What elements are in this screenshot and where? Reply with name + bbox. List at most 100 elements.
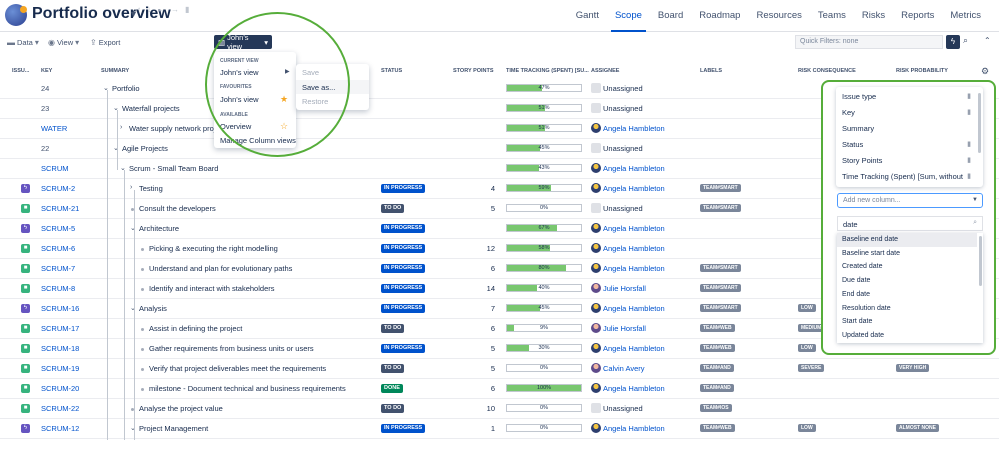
assignee[interactable]: Unassigned: [603, 84, 643, 93]
column-view-button[interactable]: ▥ John's view ▾: [214, 33, 272, 51]
label-badge[interactable]: TEAM#WEB: [700, 424, 735, 432]
table-row[interactable]: ■ SCRUM-19 Verify that project deliverable…: [0, 359, 999, 379]
label-badge[interactable]: TEAM#WEB: [700, 324, 735, 332]
assignee[interactable]: Angela Hambleton: [603, 304, 665, 313]
issue-summary[interactable]: Consult the developers: [139, 204, 216, 213]
risk-probability-badge[interactable]: VERY HIGH: [896, 364, 930, 372]
menu-item-restore[interactable]: Restore: [302, 97, 328, 106]
chevron-right-icon[interactable]: ›: [130, 184, 132, 191]
tab-reports[interactable]: Reports: [893, 0, 942, 32]
column-option[interactable]: Created date: [837, 260, 977, 274]
issue-key[interactable]: SCRUM-8: [41, 284, 75, 293]
column-header[interactable]: ASSIGNEE: [591, 68, 619, 78]
assignee[interactable]: Unassigned: [603, 204, 643, 213]
column-header[interactable]: SUMMARY: [101, 68, 129, 78]
issue-key[interactable]: SCRUM: [41, 164, 69, 173]
issue-key[interactable]: WATER: [41, 124, 67, 133]
column-option[interactable]: Start date: [837, 315, 977, 329]
menu-item-overview[interactable]: Overview: [220, 122, 251, 131]
story-points[interactable]: 14: [487, 284, 495, 293]
status-badge[interactable]: TO DO: [381, 204, 405, 213]
label-badge[interactable]: TEAM#AND: [700, 384, 734, 392]
quick-filters-input[interactable]: Quick Filters: none: [795, 35, 943, 49]
search-icon[interactable]: ⌕: [963, 35, 968, 46]
menu-item-manage-column-views[interactable]: Manage Column views: [220, 136, 296, 145]
assignee[interactable]: Angela Hambleton: [603, 184, 665, 193]
data-button[interactable]: ▬ Data ▾: [7, 38, 39, 47]
assignee[interactable]: Angela Hambleton: [603, 164, 665, 173]
table-row[interactable]: ■ SCRUM-20 milestone - Document technical …: [0, 379, 999, 399]
assignee[interactable]: Angela Hambleton: [603, 124, 665, 133]
issue-summary[interactable]: Analyse the project value: [139, 404, 223, 413]
chevron-right-icon[interactable]: ›: [120, 124, 122, 131]
tab-roadmap[interactable]: Roadmap: [691, 0, 748, 32]
column-option[interactable]: Resolution date: [837, 302, 977, 316]
issue-summary[interactable]: Verify that project deliverables meet th…: [149, 364, 326, 373]
add-column-select[interactable]: Add new column... ▼: [837, 193, 983, 208]
assignee[interactable]: Angela Hambleton: [603, 344, 665, 353]
column-config-item[interactable]: Key: [842, 108, 855, 117]
menu-item-favourite[interactable]: John's view: [220, 95, 259, 104]
story-points[interactable]: 5: [491, 344, 495, 353]
scrollbar[interactable]: [978, 93, 981, 153]
issue-summary[interactable]: Architecture: [139, 224, 179, 233]
issue-key[interactable]: SCRUM-17: [41, 324, 79, 333]
issue-key[interactable]: SCRUM-18: [41, 344, 79, 353]
column-option[interactable]: Baseline end date: [837, 233, 977, 247]
column-config-item[interactable]: Story Points: [842, 156, 882, 165]
story-points[interactable]: 4: [491, 184, 495, 193]
label-badge[interactable]: TEAM#SMART: [700, 264, 741, 272]
issue-summary[interactable]: Water supply network project: [129, 124, 225, 133]
risk-consequence-badge[interactable]: LOW: [798, 344, 816, 352]
issue-key[interactable]: SCRUM-22: [41, 404, 79, 413]
risk-consequence-badge[interactable]: LOW: [798, 424, 816, 432]
issue-key[interactable]: SCRUM-21: [41, 204, 79, 213]
column-search-input[interactable]: date ⌕: [837, 216, 983, 231]
gear-icon[interactable]: ⚙: [981, 66, 989, 77]
status-badge[interactable]: IN PROGRESS: [381, 224, 426, 233]
column-header[interactable]: STATUS: [381, 68, 402, 78]
column-header[interactable]: TIME TRACKING (SPENT) [SU...: [506, 68, 589, 78]
status-badge[interactable]: DONE: [381, 384, 403, 393]
assignee[interactable]: Julie Horsfall: [603, 284, 646, 293]
issue-key[interactable]: SCRUM-2: [41, 184, 75, 193]
issue-summary[interactable]: Testing: [139, 184, 163, 193]
tab-gantt[interactable]: Gantt: [568, 0, 607, 32]
assignee[interactable]: Angela Hambleton: [603, 424, 665, 433]
column-option[interactable]: End date: [837, 288, 977, 302]
scrollbar[interactable]: [979, 236, 982, 286]
star-filled-icon[interactable]: ★: [280, 94, 288, 105]
view-button[interactable]: ◉ View ▾: [48, 38, 79, 47]
trash-icon[interactable]: ▮: [967, 172, 971, 180]
issue-summary[interactable]: Identify and interact with stakeholders: [149, 284, 275, 293]
tab-teams[interactable]: Teams: [810, 0, 854, 32]
column-option[interactable]: Updated date: [837, 329, 977, 343]
assignee[interactable]: Angela Hambleton: [603, 244, 665, 253]
column-config-item[interactable]: Issue type: [842, 92, 876, 101]
menu-item-current-view[interactable]: John's view: [220, 68, 259, 77]
table-row[interactable]: ϟ SCRUM-12 ⌄ Project Management IN PROGRESS 1…: [0, 419, 999, 439]
assignee[interactable]: Angela Hambleton: [603, 264, 665, 273]
tab-resources[interactable]: Resources: [748, 0, 809, 32]
issue-key[interactable]: SCRUM-19: [41, 364, 79, 373]
star-outline-icon[interactable]: ☆: [280, 121, 288, 132]
status-badge[interactable]: IN PROGRESS: [381, 304, 426, 313]
issue-summary[interactable]: Portfolio: [112, 84, 140, 93]
trash-icon[interactable]: ▮: [967, 140, 971, 148]
column-header[interactable]: ISSU...: [12, 68, 29, 78]
issue-summary[interactable]: Scrum - Small Team Board: [129, 164, 218, 173]
story-points[interactable]: 5: [491, 204, 495, 213]
issue-key[interactable]: SCRUM-6: [41, 244, 75, 253]
trash-icon[interactable]: ▮: [967, 108, 971, 116]
issue-summary[interactable]: Picking & executing the right modelling: [149, 244, 278, 253]
status-badge[interactable]: IN PROGRESS: [381, 184, 426, 193]
label-badge[interactable]: TEAM#SMART: [700, 304, 741, 312]
story-points[interactable]: 6: [491, 384, 495, 393]
chevron-up-icon[interactable]: ⌃: [984, 36, 991, 45]
tab-scope[interactable]: Scope: [607, 0, 650, 32]
status-badge[interactable]: IN PROGRESS: [381, 264, 426, 273]
assignee[interactable]: Julie Horsfall: [603, 324, 646, 333]
label-badge[interactable]: TEAM#AND: [700, 364, 734, 372]
column-header[interactable]: KEY: [41, 68, 52, 78]
story-points[interactable]: 5: [491, 364, 495, 373]
